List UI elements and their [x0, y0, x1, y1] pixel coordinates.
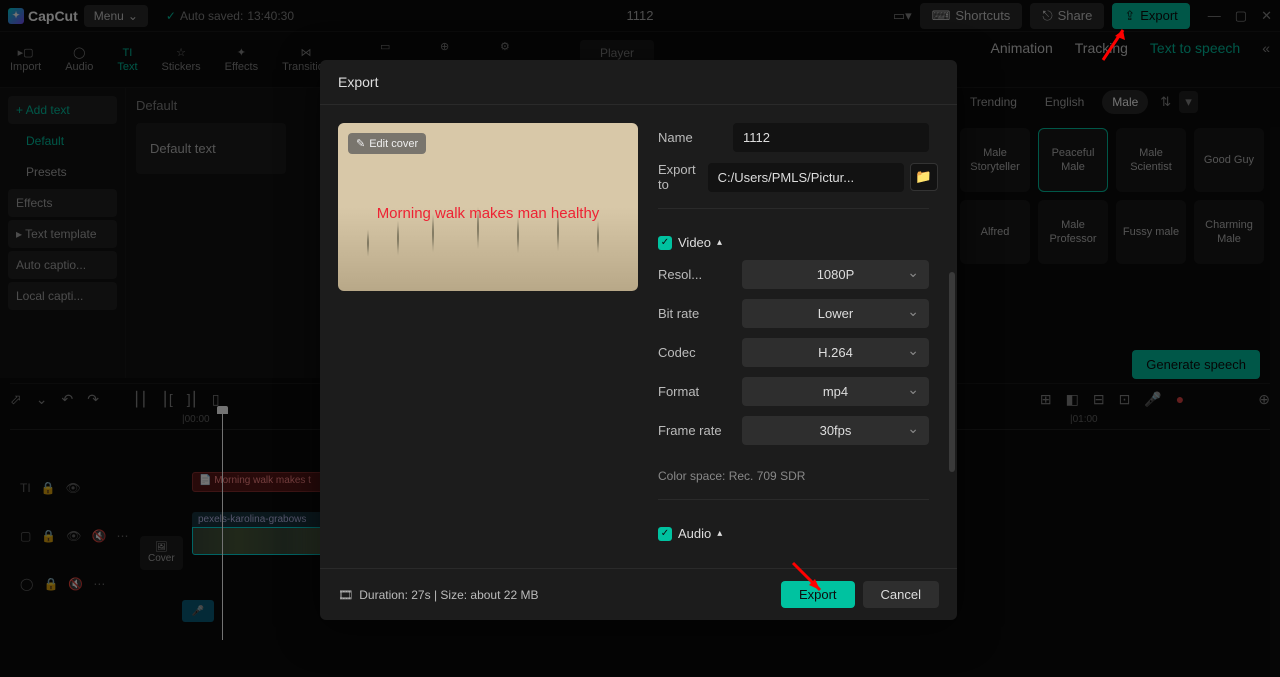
export-footer-info: 🎞 Duration: 27s | Size: about 22 MB	[338, 588, 538, 602]
edit-cover-button[interactable]: ✎ Edit cover	[348, 133, 426, 154]
export-path-input[interactable]	[708, 163, 904, 192]
cancel-button[interactable]: Cancel	[863, 581, 939, 608]
video-checkbox[interactable]: ✓	[658, 236, 672, 250]
video-section-header[interactable]: ✓ Video ▴	[658, 235, 929, 250]
codec-select[interactable]: H.264	[742, 338, 929, 367]
codec-label: Codec	[658, 345, 730, 360]
audio-checkbox[interactable]: ✓	[658, 527, 672, 541]
colorspace-info: Color space: Rec. 709 SDR	[658, 469, 929, 483]
name-input[interactable]	[733, 123, 929, 152]
export-confirm-button[interactable]: Export	[781, 581, 855, 608]
audio-section-header[interactable]: ✓ Audio ▴	[658, 526, 929, 541]
export-dialog: Export ✎ Edit cover Morning walk makes m…	[320, 60, 957, 620]
cover-text: Morning walk makes man healthy	[338, 205, 638, 222]
browse-folder-button[interactable]: 📁	[910, 163, 938, 191]
bitrate-label: Bit rate	[658, 306, 730, 321]
export-to-label: Export to	[658, 162, 696, 192]
framerate-select[interactable]: 30fps	[742, 416, 929, 445]
pencil-icon: ✎	[356, 137, 365, 150]
chevron-up-icon: ▴	[717, 528, 722, 539]
dialog-title: Export	[320, 60, 957, 105]
chevron-up-icon: ▴	[717, 237, 722, 248]
folder-icon: 📁	[915, 169, 932, 185]
resolution-select[interactable]: 1080P	[742, 260, 929, 289]
name-label: Name	[658, 130, 721, 145]
bitrate-select[interactable]: Lower	[742, 299, 929, 328]
format-label: Format	[658, 384, 730, 399]
cover-preview: ✎ Edit cover Morning walk makes man heal…	[338, 123, 638, 291]
film-icon: 🎞	[338, 588, 353, 602]
format-select[interactable]: mp4	[742, 377, 929, 406]
framerate-label: Frame rate	[658, 423, 730, 438]
resolution-label: Resol...	[658, 267, 730, 282]
